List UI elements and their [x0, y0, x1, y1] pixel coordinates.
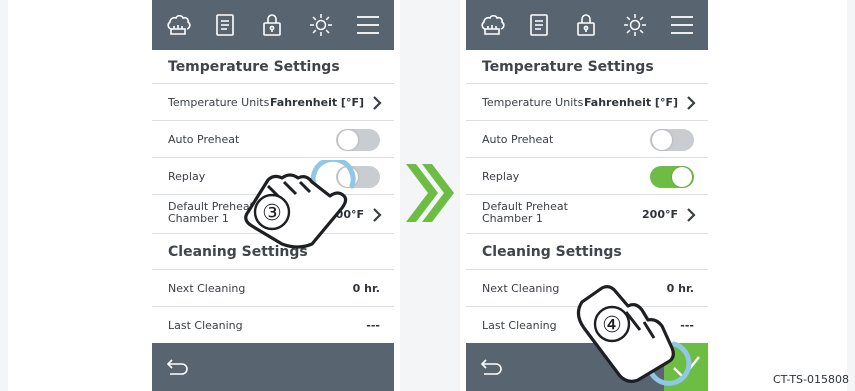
lock-icon[interactable]	[573, 12, 599, 38]
row-replay: Replay	[466, 158, 708, 195]
tap-hand-step-3: ③	[244, 160, 356, 249]
last-cleaning-label: Last Cleaning	[482, 319, 557, 332]
temperature-units-value: Fahrenheit [°F]	[583, 96, 678, 109]
auto-preheat-toggle[interactable]	[650, 129, 694, 151]
top-toolbar	[466, 0, 708, 50]
step-number-4: ④	[602, 313, 622, 338]
document-icon[interactable]	[526, 12, 552, 38]
row-next-cleaning: Next Cleaning 0 hr.	[152, 270, 394, 307]
last-cleaning-value: ---	[366, 319, 380, 332]
auto-preheat-toggle[interactable]	[336, 129, 380, 151]
section-title-cleaning: Cleaning Settings	[466, 234, 708, 270]
row-default-preheat[interactable]: Default Preheat Chamber 1 200°F	[466, 195, 708, 234]
section-title-temperature: Temperature Settings	[466, 50, 708, 84]
menu-icon[interactable]	[355, 12, 381, 38]
auto-preheat-label: Auto Preheat	[168, 133, 240, 146]
back-arrow-icon[interactable]	[166, 357, 190, 377]
row-auto-preheat: Auto Preheat	[466, 121, 708, 158]
temperature-units-label: Temperature Units	[482, 96, 584, 109]
figure-code: CT-TS-015808	[772, 373, 849, 386]
default-preheat-value: 200°F	[642, 208, 678, 221]
sun-icon[interactable]	[622, 12, 648, 38]
next-cleaning-label: Next Cleaning	[168, 282, 246, 295]
row-last-cleaning: Last Cleaning ---	[152, 307, 394, 344]
top-toolbar	[152, 0, 394, 50]
temperature-units-label: Temperature Units	[168, 96, 270, 109]
temperature-units-value: Fahrenheit [°F]	[269, 96, 364, 109]
chef-hat-icon[interactable]	[165, 12, 191, 38]
next-cleaning-value: 0 hr.	[352, 282, 380, 295]
replay-label: Replay	[482, 170, 520, 183]
next-cleaning-label: Next Cleaning	[482, 282, 560, 295]
bottom-toolbar	[152, 343, 394, 391]
chevron-right-icon	[373, 96, 382, 110]
row-auto-preheat: Auto Preheat	[152, 121, 394, 158]
sun-icon[interactable]	[308, 12, 334, 38]
lock-icon[interactable]	[259, 12, 285, 38]
step-number-3: ③	[262, 201, 282, 226]
back-arrow-icon[interactable]	[480, 357, 504, 377]
menu-icon[interactable]	[669, 12, 695, 38]
double-chevron-arrow-icon	[406, 164, 454, 222]
last-cleaning-label: Last Cleaning	[168, 319, 243, 332]
replay-toggle[interactable]	[650, 166, 694, 188]
chef-hat-icon[interactable]	[479, 12, 505, 38]
section-title-temperature: Temperature Settings	[152, 50, 394, 84]
chevron-right-icon	[687, 208, 696, 222]
tap-hand-step-4: ④	[576, 285, 692, 386]
chevron-right-icon	[687, 96, 696, 110]
row-temperature-units[interactable]: Temperature Units Fahrenheit [°F]	[152, 84, 394, 121]
default-preheat-label: Default Preheat Chamber 1	[482, 200, 568, 225]
auto-preheat-label: Auto Preheat	[482, 133, 554, 146]
replay-label: Replay	[168, 170, 206, 183]
document-icon[interactable]	[212, 12, 238, 38]
row-temperature-units[interactable]: Temperature Units Fahrenheit [°F]	[466, 84, 708, 121]
